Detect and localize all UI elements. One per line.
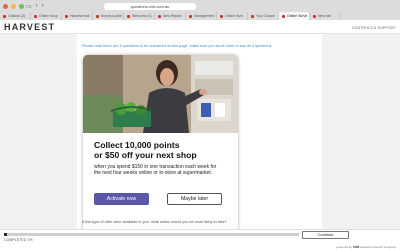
tab-favicon-icon [3, 14, 6, 18]
offer-card: Collect 10,000 points or $50 off your ne… [83, 55, 238, 245]
forward-arrow-icon[interactable]: › [42, 3, 44, 10]
tab-label: Management [194, 14, 215, 18]
browser-tab[interactable]: New tab [310, 12, 341, 20]
browser-tab[interactable]: Online Surve [279, 12, 310, 20]
browser-nav: ▭ ‹ › [26, 3, 44, 10]
tab-label: Online Surve [287, 14, 308, 18]
powered-suffix: Harvest research company [360, 245, 396, 249]
tab-label: Online Surv [225, 14, 244, 18]
offer-headline-line1: Collect 10,000 points [94, 140, 180, 150]
activate-now-button[interactable]: Activate now [94, 193, 149, 205]
tab-favicon-icon [34, 14, 37, 18]
back-arrow-icon[interactable]: ‹ [36, 3, 38, 10]
site-header: HARVEST CONTROLS & SUPPORT [0, 20, 400, 34]
browser-tab[interactable]: New Report [155, 12, 186, 20]
browser-tab[interactable]: Surveys point [93, 12, 124, 20]
browser-tab[interactable]: Outlook (2) [0, 12, 31, 20]
tab-favicon-icon [313, 14, 316, 18]
maybe-later-button[interactable]: Maybe later [167, 193, 222, 205]
shopper-image [83, 55, 238, 133]
browser-tab[interactable]: Harvest mail [62, 12, 93, 20]
survey-panel: Please note there are 4 questions to be … [77, 34, 322, 245]
continue-button[interactable]: Continue [302, 231, 349, 239]
controls-support-link[interactable]: CONTROLS & SUPPORT [352, 26, 396, 30]
cint-logo: cint [352, 245, 360, 249]
sidebar-toggle-icon[interactable]: ▭ [26, 3, 32, 10]
next-question-text: If this type of offer were available to … [82, 220, 227, 224]
tab-favicon-icon [96, 14, 99, 18]
offer-description-line2: the next four weeks online or in-store a… [94, 170, 213, 177]
minimize-window-icon[interactable] [11, 4, 16, 9]
powered-prefix: powered by [336, 245, 353, 249]
offer-description: when you spend $150 in one transaction e… [94, 164, 234, 177]
window-controls [3, 4, 24, 9]
offer-headline: Collect 10,000 points or $50 off your ne… [94, 140, 234, 160]
tab-favicon-icon [189, 14, 192, 18]
tab-strip: Outlook (2) Online shop Harvest mail Survey… [0, 12, 400, 20]
tab-favicon-icon [220, 14, 223, 18]
tab-favicon-icon [251, 14, 254, 18]
tab-label: Outlook (2) [8, 14, 26, 18]
harvest-logo[interactable]: HARVEST [4, 22, 55, 32]
progress-fill [4, 233, 7, 236]
survey-footer: COMPLETED 1% Continue powered by cint Ha… [0, 229, 400, 250]
tab-favicon-icon [282, 14, 285, 18]
tab-label: Online shop [39, 14, 58, 18]
offer-headline-line2: or $50 off your next shop [94, 150, 197, 160]
powered-by: powered by cint Harvest research company [337, 245, 396, 249]
browser-tab[interactable]: Online Surv [217, 12, 248, 20]
tab-label: New Report [163, 14, 182, 18]
close-window-icon[interactable] [3, 4, 8, 9]
progress-label: COMPLETED 1% [4, 238, 33, 242]
browser-tab[interactable]: Welcome (1) [124, 12, 155, 20]
maximize-window-icon[interactable] [19, 4, 24, 9]
tab-favicon-icon [127, 14, 130, 18]
tab-label: New tab [318, 14, 331, 18]
progress-bar [4, 233, 299, 236]
tab-label: Harvest mail [70, 14, 90, 18]
tab-favicon-icon [65, 14, 68, 18]
tab-label: Welcome (1) [132, 14, 152, 18]
tab-label: Your Choice [256, 14, 275, 18]
tab-favicon-icon [158, 14, 161, 18]
browser-tab[interactable]: Management [186, 12, 217, 20]
address-bar[interactable]: questions.cint.com.au [104, 3, 196, 10]
browser-chrome: ▭ ‹ › questions.cint.com.au Outlook (2) O… [0, 0, 400, 20]
tab-label: Surveys point [101, 14, 123, 18]
browser-tab[interactable]: Online shop [31, 12, 62, 20]
browser-tab[interactable]: Your Choice [248, 12, 279, 20]
page-notice: Please note there are 4 questions to be … [82, 44, 273, 48]
